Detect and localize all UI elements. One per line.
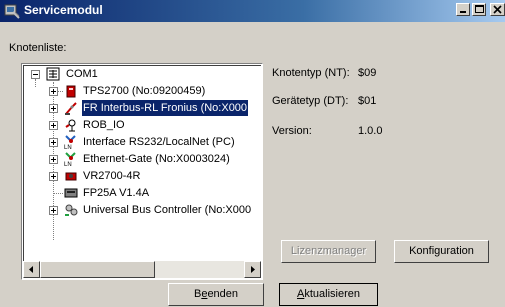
expand-icon[interactable] bbox=[49, 87, 58, 96]
expand-icon[interactable] bbox=[49, 172, 58, 181]
expand-icon[interactable] bbox=[49, 104, 58, 113]
tree-item-label: FP25A V1.4A bbox=[83, 187, 150, 199]
tree-item-label: ROB_IO bbox=[83, 119, 125, 131]
tree-root[interactable]: COM1 bbox=[24, 66, 260, 82]
minimize-button[interactable] bbox=[456, 3, 470, 16]
devicetype-label: Gerätetyp (DT): bbox=[272, 95, 349, 107]
window-title: Servicemodul bbox=[24, 3, 103, 17]
refresh-button[interactable]: Aktualisieren bbox=[279, 283, 378, 306]
exit-button[interactable]: Beenden bbox=[168, 283, 264, 306]
bus-controller-icon bbox=[63, 202, 79, 218]
robot-arm-icon bbox=[63, 100, 79, 116]
tree-item-label: TPS2700 (No:09200459) bbox=[83, 85, 206, 97]
servicemodul-window: Servicemodul Knotenliste: COM1 TPS2700 (… bbox=[0, 0, 505, 307]
refresh-button-label: ktualisieren bbox=[304, 288, 360, 300]
device-red-icon bbox=[63, 83, 79, 99]
svg-text:LN: LN bbox=[64, 145, 72, 150]
tree-item[interactable]: FP25A V1.4A bbox=[24, 185, 260, 201]
tree-item[interactable]: LN Interface RS232/LocalNet (PC) bbox=[24, 134, 260, 151]
title-bar[interactable]: Servicemodul bbox=[0, 0, 505, 22]
svg-text:LN: LN bbox=[64, 162, 72, 167]
maximize-button[interactable] bbox=[472, 3, 486, 16]
expand-icon[interactable] bbox=[49, 121, 58, 130]
tree-root-label: COM1 bbox=[66, 68, 98, 80]
nodetype-value: $09 bbox=[358, 67, 377, 79]
tree-item-label: Universal Bus Controller (No:X000 bbox=[83, 204, 252, 216]
node-tree[interactable]: COM1 TPS2700 (No:09200459) FR Interbus-R… bbox=[21, 63, 263, 280]
tree-item-selected[interactable]: FR Interbus-RL Fronius (No:X000 bbox=[24, 100, 260, 116]
configuration-button[interactable]: Konfiguration bbox=[394, 240, 489, 263]
tree-item-label: VR2700-4R bbox=[83, 170, 141, 182]
tree-item-label: FR Interbus-RL Fronius (No:X000 bbox=[82, 100, 249, 116]
tree-label: Knotenliste: bbox=[9, 42, 67, 54]
tree-item[interactable]: LN Ethernet-Gate (No:X0003024) bbox=[24, 151, 260, 168]
expand-icon[interactable] bbox=[49, 206, 58, 215]
tree-item[interactable]: TPS2700 (No:09200459) bbox=[24, 83, 260, 99]
license-manager-button[interactable]: Lizenzmanager bbox=[281, 240, 376, 263]
tree-connector bbox=[53, 193, 63, 195]
tree-viewport: COM1 TPS2700 (No:09200459) FR Interbus-R… bbox=[23, 65, 261, 261]
tree-item-label: Ethernet-Gate (No:X0003024) bbox=[83, 153, 230, 165]
tree-item[interactable]: VR2700-4R bbox=[24, 168, 260, 184]
tree-item[interactable]: ROB_IO bbox=[24, 117, 260, 133]
horizontal-scrollbar[interactable] bbox=[23, 261, 261, 278]
close-button[interactable] bbox=[490, 3, 505, 16]
io-module-icon bbox=[63, 117, 79, 133]
expand-icon[interactable] bbox=[49, 138, 58, 147]
app-icon bbox=[4, 3, 20, 19]
com-port-icon bbox=[45, 66, 61, 82]
wire-feeder-icon bbox=[63, 168, 79, 184]
exit-button-label-b: enden bbox=[207, 288, 239, 300]
scroll-thumb[interactable] bbox=[40, 261, 155, 278]
tree-item[interactable]: Universal Bus Controller (No:X000 bbox=[24, 202, 260, 218]
devicetype-value: $01 bbox=[358, 95, 377, 107]
tree-item-label: Interface RS232/LocalNet (PC) bbox=[83, 136, 235, 148]
collapse-icon[interactable] bbox=[31, 70, 40, 79]
localnet-icon: LN bbox=[63, 134, 79, 151]
ethernet-gate-icon: LN bbox=[63, 151, 79, 168]
version-value: 1.0.0 bbox=[358, 125, 383, 137]
version-label: Version: bbox=[272, 125, 312, 137]
scroll-left-button[interactable] bbox=[23, 261, 40, 278]
expand-icon[interactable] bbox=[49, 155, 58, 164]
nodetype-label: Knotentyp (NT): bbox=[272, 67, 350, 79]
scroll-right-button[interactable] bbox=[244, 261, 261, 278]
panel-icon bbox=[63, 185, 79, 201]
